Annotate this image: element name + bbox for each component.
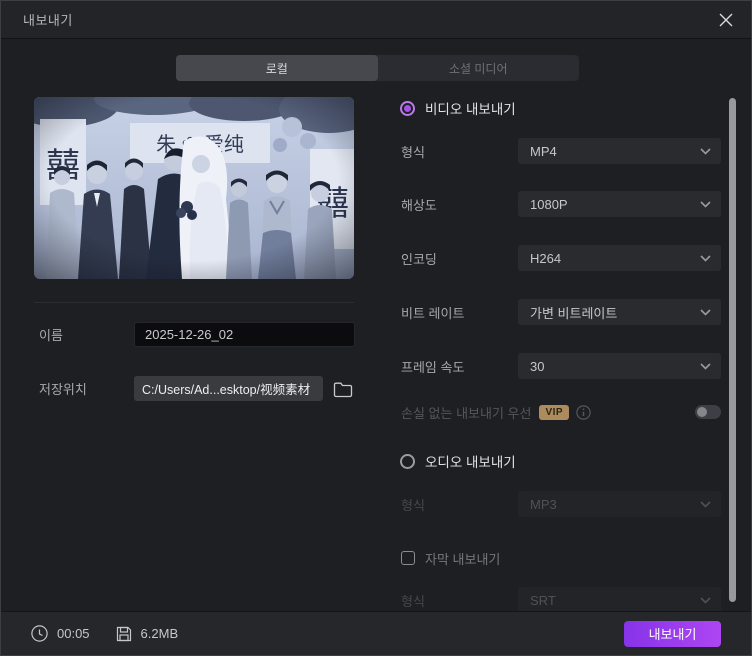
chevron-down-icon	[700, 254, 711, 262]
save-location-input[interactable]	[134, 376, 323, 401]
framerate-row: 프레임 속도 30	[401, 353, 721, 379]
radio-selected-icon[interactable]	[400, 100, 415, 116]
video-export-option[interactable]: 비디오 내보내기	[400, 99, 516, 117]
video-export-label: 비디오 내보내기	[425, 102, 516, 117]
duration-meta: 00:05	[31, 625, 90, 642]
framerate-label: 프레임 속도	[401, 359, 465, 375]
subtitle-export-label: 자막 내보내기	[425, 551, 501, 567]
browse-folder-button[interactable]	[330, 376, 355, 401]
close-icon	[719, 13, 733, 26]
audio-format-label: 형식	[401, 497, 425, 513]
vip-badge: VIP	[539, 404, 570, 420]
wedding-photo-illustration: 囍 囍 朱 ❀ 爱纯	[34, 97, 354, 279]
save-location-label: 저장위치	[39, 382, 87, 397]
lossless-toggle[interactable]	[695, 405, 721, 419]
video-format-row: 형식 MP4	[401, 138, 721, 164]
encoder-dropdown[interactable]: H264	[518, 245, 721, 271]
audio-export-label: 오디오 내보내기	[425, 455, 516, 470]
subtitle-format-dropdown: SRT	[518, 587, 721, 613]
chevron-down-icon	[700, 596, 711, 604]
audio-format-dropdown: MP3	[518, 491, 721, 517]
subtitle-format-label: 형식	[401, 593, 425, 609]
chevron-down-icon	[700, 308, 711, 316]
chevron-down-icon	[700, 362, 711, 370]
bitrate-label: 비트 레이트	[401, 305, 465, 321]
tab-local[interactable]: 로컬	[176, 55, 378, 81]
chevron-down-icon	[700, 147, 711, 155]
video-preview-thumbnail: 囍 囍 朱 ❀ 爱纯	[34, 97, 354, 279]
resolution-row: 해상도 1080P	[401, 191, 721, 217]
export-target-tabs: 로컬 소셜 미디어	[176, 55, 579, 81]
filesize-meta: 6.2MB	[116, 626, 179, 642]
bitrate-row: 비트 레이트 가변 비트레이트	[401, 299, 721, 325]
name-label: 이름	[39, 328, 63, 343]
dialog-title: 내보내기	[23, 13, 73, 28]
close-button[interactable]	[715, 9, 737, 31]
vertical-scrollbar[interactable]	[729, 98, 736, 602]
tab-social-media[interactable]: 소셜 미디어	[378, 55, 580, 81]
bitrate-dropdown[interactable]: 가변 비트레이트	[518, 299, 721, 325]
subtitle-format-row: 형식 SRT	[401, 587, 721, 613]
resolution-label: 해상도	[401, 197, 437, 213]
audio-format-row: 형식 MP3	[401, 491, 721, 517]
checkbox-unchecked-icon[interactable]	[401, 551, 415, 565]
chevron-down-icon	[700, 200, 711, 208]
left-panel-divider	[34, 302, 354, 303]
chevron-down-icon	[700, 500, 711, 508]
encoder-row: 인코딩 H264	[401, 245, 721, 271]
subtitle-export-option[interactable]: 자막 내보내기	[401, 549, 500, 567]
format-label: 형식	[401, 144, 425, 160]
title-bar: 내보내기	[1, 1, 751, 39]
folder-icon	[333, 382, 352, 397]
duration-value: 00:05	[57, 626, 90, 641]
filesize-value: 6.2MB	[140, 626, 179, 641]
lossless-export-row: 손실 없는 내보내기 우선 VIP	[401, 401, 721, 423]
framerate-dropdown[interactable]: 30	[518, 353, 721, 379]
info-icon[interactable]	[576, 404, 591, 420]
file-name-input[interactable]	[134, 322, 355, 347]
encoder-label: 인코딩	[401, 251, 437, 267]
lossless-label: 손실 없는 내보내기 우선	[401, 405, 532, 421]
export-dialog: 내보내기 로컬 소셜 미디어 이름 2025-12-26_02 저장위치 C:/…	[0, 0, 752, 656]
export-button[interactable]: 내보내기	[624, 620, 721, 647]
resolution-dropdown[interactable]: 1080P	[518, 191, 721, 217]
audio-export-option[interactable]: 오디오 내보내기	[400, 452, 516, 470]
radio-unselected-icon[interactable]	[400, 453, 415, 469]
footer-bar: 00:05 6.2MB 내보내기	[1, 611, 751, 655]
clock-icon	[31, 625, 48, 642]
save-icon	[116, 626, 131, 641]
video-format-dropdown[interactable]: MP4	[518, 138, 721, 164]
